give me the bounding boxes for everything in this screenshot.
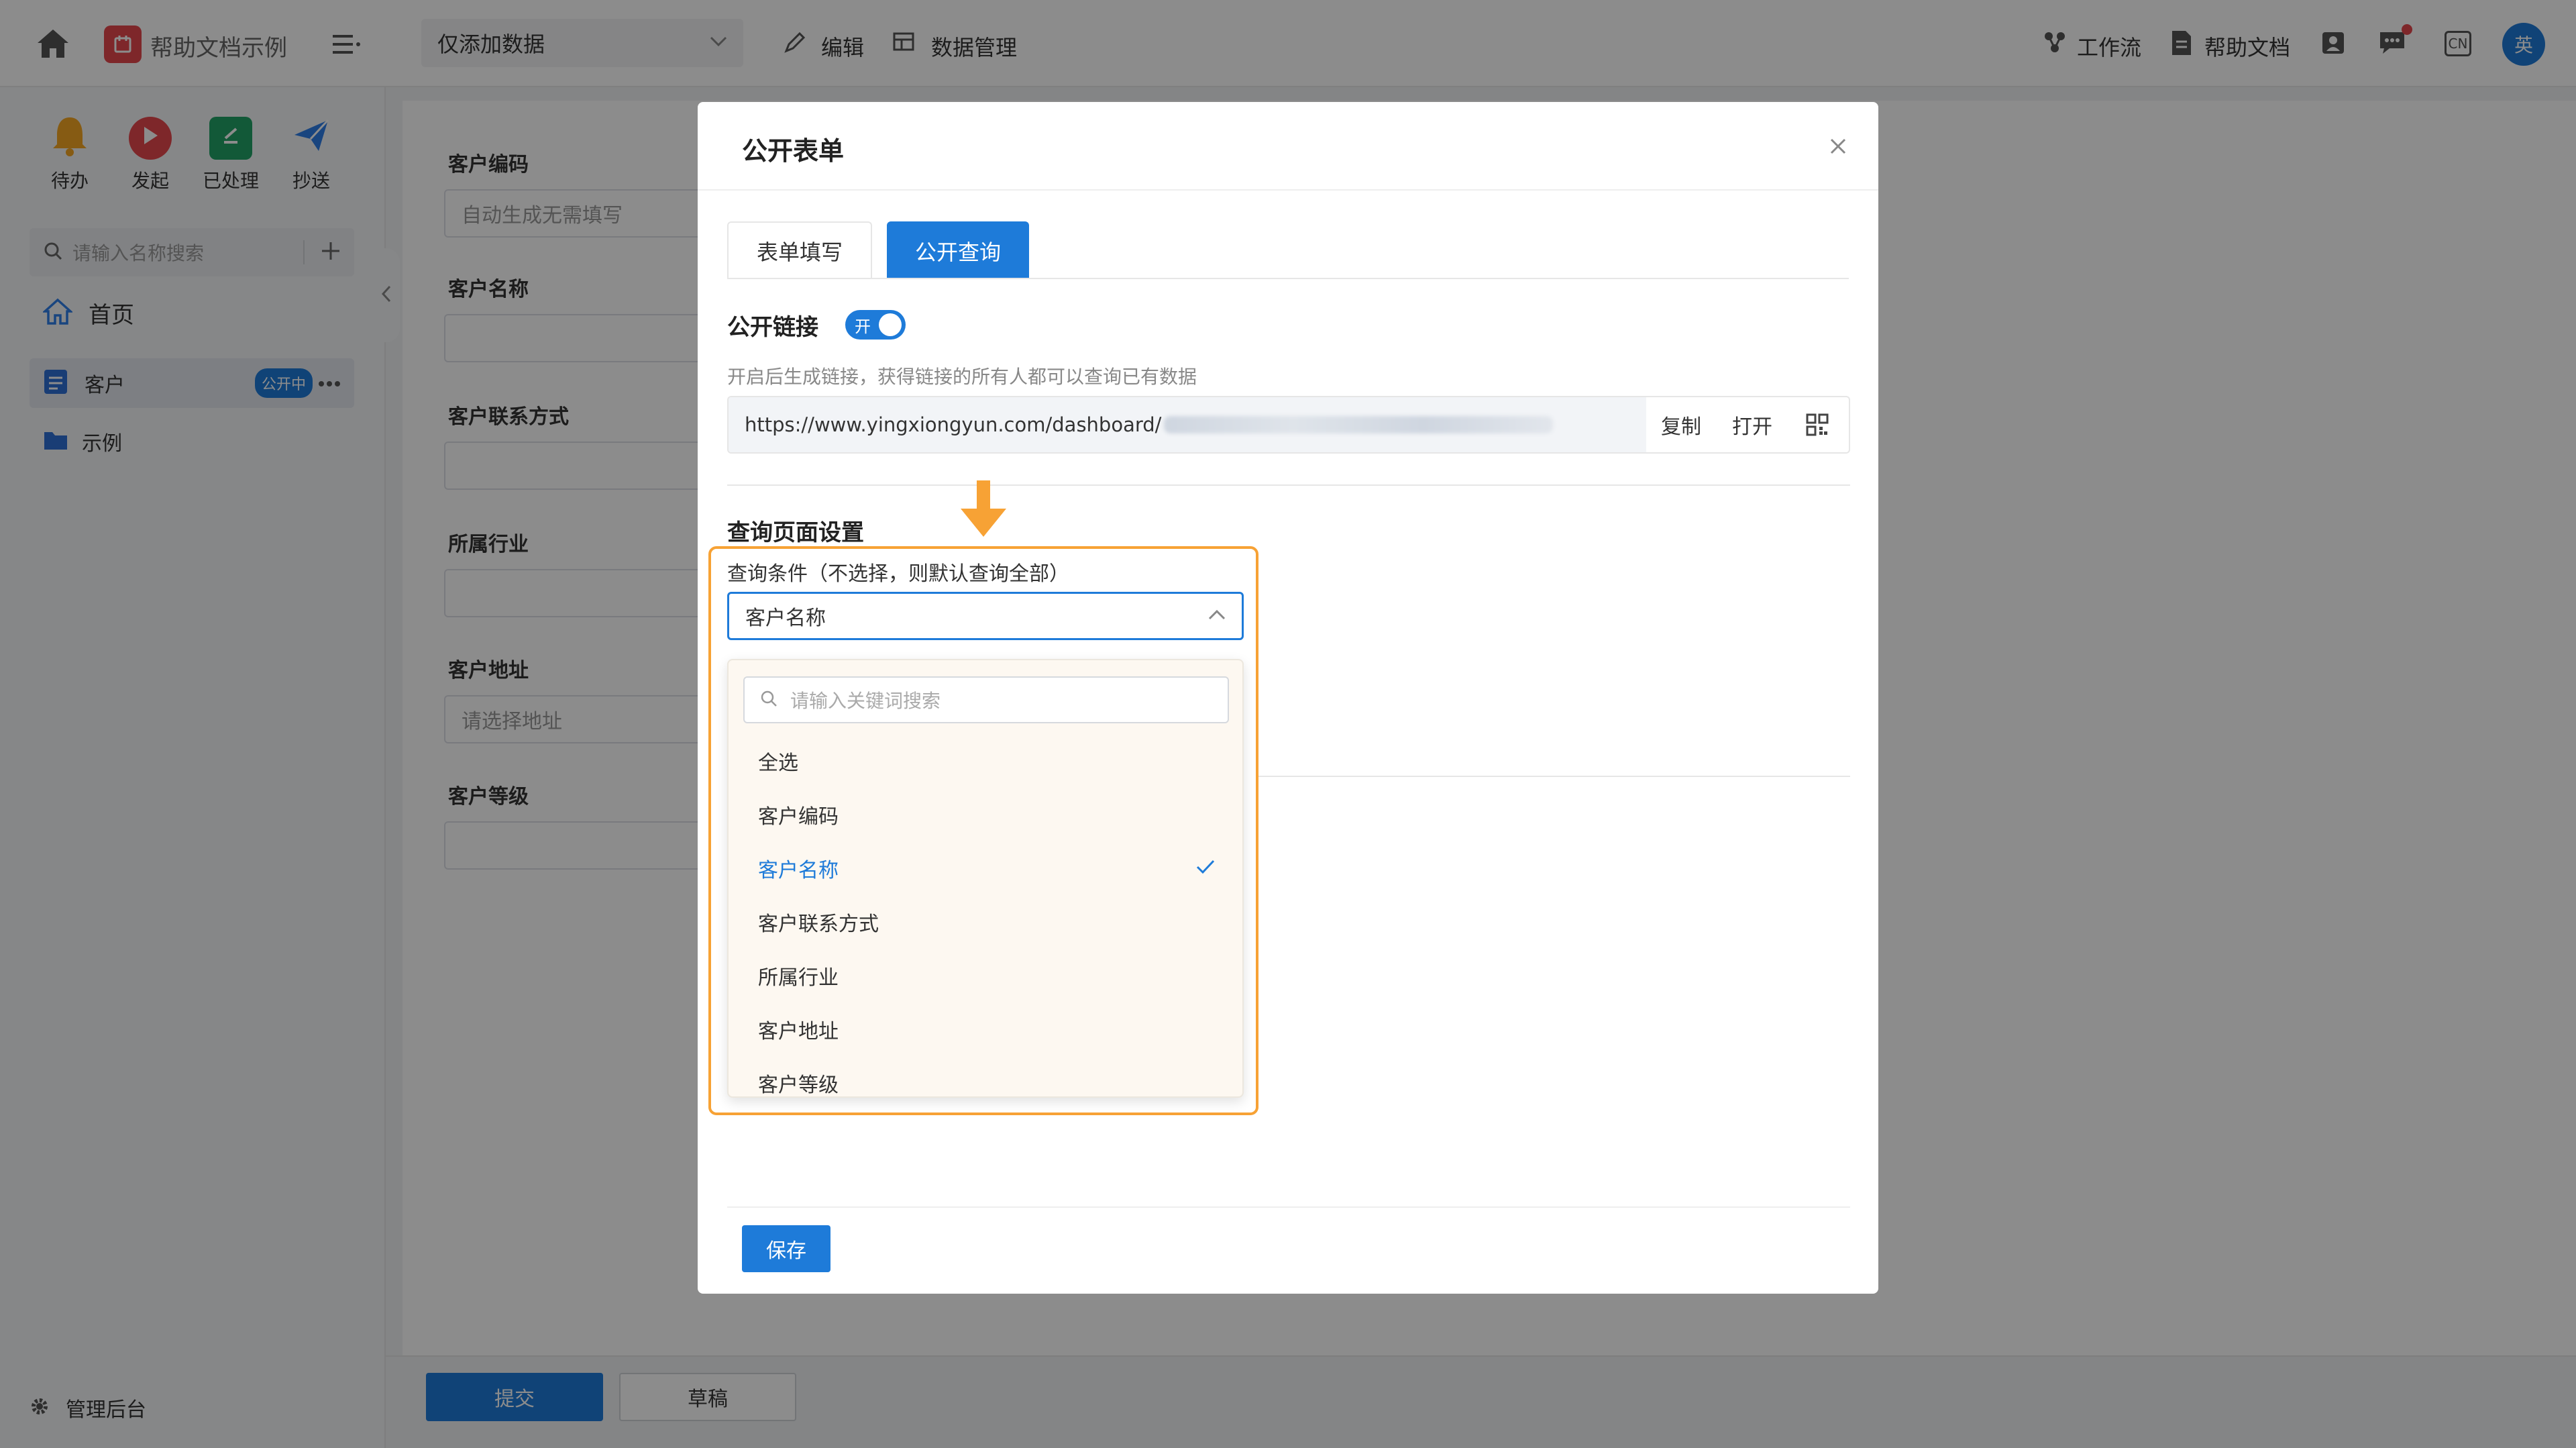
public-link-hint: 开启后生成链接，获得链接的所有人都可以查询已有数据 — [727, 366, 1197, 388]
save-button[interactable]: 保存 — [742, 1225, 830, 1272]
public-link-url-field[interactable]: https://www.yingxiongyun.com/dashboard/ — [729, 397, 1646, 452]
copy-button[interactable]: 复制 — [1661, 410, 1701, 439]
close-icon[interactable] — [1829, 137, 1851, 160]
annotation-arrow-icon — [958, 478, 1009, 539]
option-label: 全选 — [758, 752, 798, 775]
dropdown-options: 全选 客户编码 客户名称 客户联系方式 所属行业 客户地址 客户等级 — [729, 734, 1245, 1110]
dropdown-option-selected[interactable]: 客户名称 — [729, 841, 1245, 895]
switch-label: 开 — [855, 317, 871, 336]
dropdown-search-input[interactable]: 请输入关键词搜索 — [743, 676, 1229, 723]
tabs-underline — [727, 278, 1849, 279]
query-settings-title: 查询页面设置 — [727, 519, 864, 546]
public-form-modal: 公开表单 表单填写 公开查询 公开链接 开 开启后生成链接，获得链接的所有人都可… — [698, 102, 1878, 1294]
public-link-box: https://www.yingxiongyun.com/dashboard/ … — [727, 396, 1850, 454]
query-condition-select[interactable]: 客户名称 — [727, 592, 1244, 640]
tab-label: 表单填写 — [756, 240, 843, 265]
divider — [727, 484, 1850, 486]
dropdown-option[interactable]: 客户等级 — [729, 1056, 1245, 1110]
tab-public-query[interactable]: 公开查询 — [887, 221, 1029, 279]
option-label: 客户编码 — [758, 805, 839, 829]
tab-label: 公开查询 — [914, 240, 1001, 265]
check-icon — [1195, 858, 1216, 881]
divider — [698, 189, 1878, 191]
dropdown-option[interactable]: 所属行业 — [729, 949, 1245, 1002]
dropdown-search-placeholder: 请输入关键词搜索 — [790, 690, 941, 712]
chevron-up-icon — [1208, 609, 1226, 623]
dropdown-option[interactable]: 客户地址 — [729, 1002, 1245, 1056]
dropdown-option[interactable]: 客户联系方式 — [729, 895, 1245, 949]
divider — [727, 1206, 1850, 1208]
blurred-url-segment — [1164, 416, 1554, 433]
modal-title: 公开表单 — [742, 136, 845, 166]
public-link-switch[interactable]: 开 — [845, 310, 906, 340]
option-label: 所属行业 — [758, 966, 839, 990]
divider — [1258, 776, 1850, 777]
qr-code-icon[interactable] — [1806, 413, 1829, 436]
public-link-label: 公开链接 — [727, 314, 818, 341]
tab-form-fill[interactable]: 表单填写 — [727, 221, 872, 279]
query-condition-dropdown: 请输入关键词搜索 全选 客户编码 客户名称 客户联系方式 所属行业 客户地址 客… — [727, 659, 1244, 1098]
dropdown-option-select-all[interactable]: 全选 — [729, 734, 1245, 788]
option-label: 客户地址 — [758, 1020, 839, 1043]
public-link-url: https://www.yingxiongyun.com/dashboard/ — [745, 413, 1162, 436]
option-label: 客户等级 — [758, 1074, 839, 1097]
query-condition-label: 查询条件（不选择，则默认查询全部） — [727, 562, 1069, 586]
dropdown-option[interactable]: 客户编码 — [729, 788, 1245, 841]
option-label: 客户名称 — [758, 859, 839, 882]
switch-knob — [879, 313, 902, 336]
open-button[interactable]: 打开 — [1732, 410, 1772, 439]
option-label: 客户联系方式 — [758, 913, 879, 936]
search-icon — [759, 689, 778, 711]
query-condition-value: 客户名称 — [745, 607, 826, 630]
